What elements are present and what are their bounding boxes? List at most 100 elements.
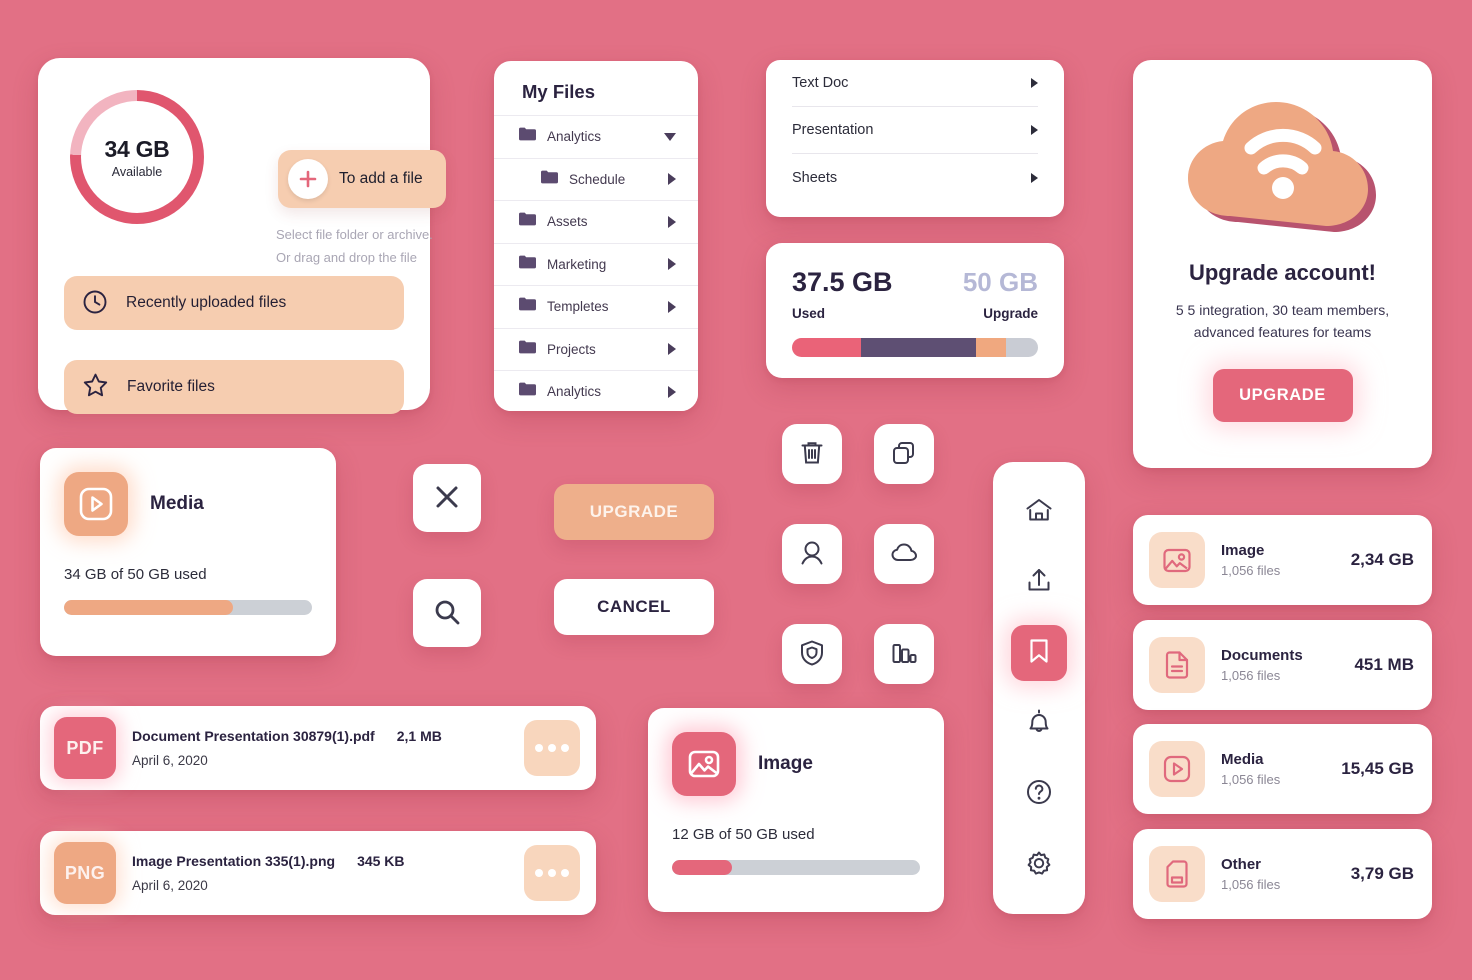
copy-icon xyxy=(889,438,919,471)
folder-label: Projects xyxy=(547,341,596,357)
copy-button[interactable] xyxy=(874,424,934,484)
image-card-title: Image xyxy=(758,753,813,774)
cloud-button[interactable] xyxy=(874,524,934,584)
more-dot xyxy=(535,744,543,752)
folder-row-templetes[interactable]: Templetes xyxy=(494,285,698,328)
close-button[interactable] xyxy=(413,464,481,532)
menu-item-text-doc[interactable]: Text Doc xyxy=(792,60,1038,107)
image-card-header: Image xyxy=(672,732,920,796)
navigation-rail xyxy=(993,462,1085,914)
meter-values: 37.5 GB 50 GB xyxy=(792,267,1038,298)
bar-segment-free xyxy=(1006,338,1038,357)
trash-icon xyxy=(797,438,827,471)
folder-icon xyxy=(519,340,536,359)
nav-item-home[interactable] xyxy=(1011,483,1067,539)
ui-kit-canvas: 34 GB Available To add a file Select fil… xyxy=(0,0,1472,980)
media-card-header: Media xyxy=(64,472,312,536)
favorite-files-button[interactable]: Favorite files xyxy=(64,360,404,414)
file-size: 345 KB xyxy=(357,853,405,869)
more-dot xyxy=(561,869,569,877)
upgrade-account-panel: Upgrade account! 5 5 integration, 30 tea… xyxy=(1133,60,1432,468)
file-size: 2,1 MB xyxy=(396,728,442,744)
upgrade-button[interactable]: UPGRADE xyxy=(1212,369,1353,423)
file-title-line: Image Presentation 335(1).png 345 KB xyxy=(132,853,508,869)
nav-item-settings[interactable] xyxy=(1011,837,1067,893)
category-file-count: 1,056 files xyxy=(1221,877,1281,892)
chevron-right-icon[interactable] xyxy=(668,385,676,398)
more-icon[interactable] xyxy=(524,720,580,776)
bell-icon xyxy=(1024,707,1054,740)
upgrade-secondary-button[interactable]: UPGRADE xyxy=(554,484,714,540)
star-icon xyxy=(82,372,109,402)
folder-label: Analytics xyxy=(547,384,602,400)
meter-used-caption: Used xyxy=(792,306,826,321)
image-icon xyxy=(672,732,736,796)
chevron-down-icon[interactable] xyxy=(664,132,676,141)
chevron-right-icon[interactable] xyxy=(1031,125,1038,135)
folder-row-schedule[interactable]: Schedule xyxy=(494,157,698,200)
plus-icon xyxy=(288,159,328,199)
folder-row-assets[interactable]: Assets xyxy=(494,200,698,243)
nav-item-upload[interactable] xyxy=(1011,554,1067,610)
bar-segment-used-purple xyxy=(860,338,977,357)
chevron-right-icon[interactable] xyxy=(668,300,676,313)
category-size: 15,45 GB xyxy=(1341,759,1414,778)
delete-button[interactable] xyxy=(782,424,842,484)
menu-item-presentation[interactable]: Presentation xyxy=(792,107,1038,154)
file-meta: Image Presentation 335(1).png 345 KB Apr… xyxy=(132,853,508,893)
image-progress-fill xyxy=(672,860,732,875)
folder-row-analytics[interactable]: Analytics xyxy=(494,115,698,158)
chevron-right-icon[interactable] xyxy=(1031,172,1038,183)
chevron-right-icon[interactable] xyxy=(1031,78,1038,88)
folder-row-analytics-2[interactable]: Analytics xyxy=(494,370,698,411)
category-meta: Media 1,056 files xyxy=(1221,751,1325,787)
recently-uploaded-files-button[interactable]: Recently uploaded files xyxy=(64,276,404,330)
chevron-right-icon[interactable] xyxy=(668,173,676,186)
category-row-media[interactable]: Media 1,056 files 15,45 GB xyxy=(1133,724,1432,814)
category-row-documents[interactable]: Documents 1,056 files 451 MB xyxy=(1133,620,1432,710)
folder-row-projects[interactable]: Projects xyxy=(494,327,698,370)
folder-icon xyxy=(541,170,558,189)
settings-icon xyxy=(1024,848,1054,881)
nav-item-notifications[interactable] xyxy=(1011,695,1067,751)
cancel-button[interactable]: CANCEL xyxy=(554,579,714,635)
folder-icon xyxy=(519,382,536,401)
search-button[interactable] xyxy=(413,579,481,647)
nav-item-help[interactable] xyxy=(1011,766,1067,822)
dropzone-hint-line-1: Select file folder or archive. xyxy=(276,227,433,242)
category-name: Documents xyxy=(1221,647,1303,664)
security-button[interactable] xyxy=(782,624,842,684)
media-progress-track xyxy=(64,600,312,615)
folder-label: Analytics xyxy=(547,129,602,145)
user-button[interactable] xyxy=(782,524,842,584)
play-icon xyxy=(64,472,128,536)
more-dot xyxy=(561,744,569,752)
more-icon[interactable] xyxy=(524,845,580,901)
file-list-item[interactable]: PDF Document Presentation 30879(1).pdf 2… xyxy=(40,706,596,790)
category-size: 2,34 GB xyxy=(1350,550,1414,569)
play-icon xyxy=(1149,741,1205,797)
nav-item-bookmark[interactable] xyxy=(1011,624,1067,681)
chevron-right-icon[interactable] xyxy=(668,343,676,356)
dropzone-hint-line-2: Or drag and drop the file xyxy=(276,250,417,265)
category-row-other[interactable]: Other 1,056 files 3,79 GB xyxy=(1133,829,1432,919)
category-row-image[interactable]: Image 1,056 files 2,34 GB xyxy=(1133,515,1432,605)
bar-chart-icon xyxy=(889,638,919,671)
menu-item-sheets[interactable]: Sheets xyxy=(792,154,1038,201)
add-file-button[interactable]: To add a file xyxy=(278,150,446,208)
file-list-item[interactable]: PNG Image Presentation 335(1).png 345 KB… xyxy=(40,831,596,915)
meter-total-value: 50 GB xyxy=(962,267,1038,297)
donut-value: 34 GB xyxy=(104,135,170,162)
statistics-button[interactable] xyxy=(874,624,934,684)
close-icon xyxy=(432,482,462,515)
favorite-files-label: Favorite files xyxy=(127,378,215,395)
folder-label: Assets xyxy=(547,214,588,230)
category-size: 3,79 GB xyxy=(1350,864,1414,883)
chevron-right-icon[interactable] xyxy=(668,215,676,228)
folder-row-marketing[interactable]: Marketing xyxy=(494,242,698,285)
category-name: Media xyxy=(1221,751,1264,768)
chevron-right-icon[interactable] xyxy=(668,258,676,271)
search-icon xyxy=(432,597,462,630)
help-icon xyxy=(1024,777,1054,810)
category-file-count: 1,056 files xyxy=(1221,563,1281,578)
